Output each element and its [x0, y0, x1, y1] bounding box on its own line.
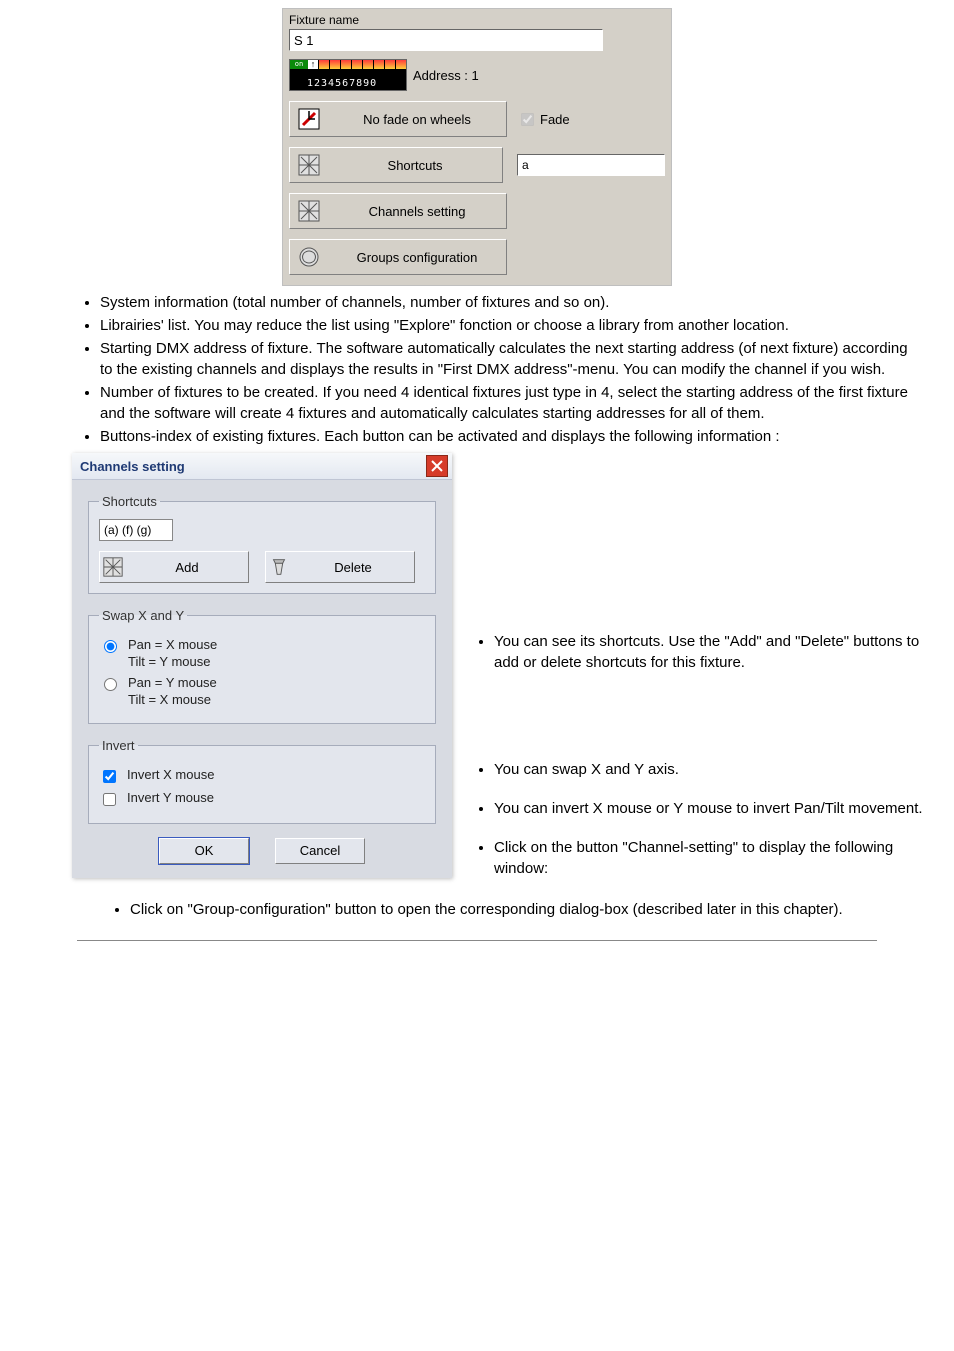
fade-checkbox[interactable]: Fade [521, 112, 570, 127]
shortcuts-legend: Shortcuts [99, 494, 160, 509]
invert-x-checkbox[interactable]: Invert X mouse [99, 767, 425, 786]
shortcut-key-input[interactable] [517, 154, 665, 176]
no-fade-button[interactable]: No fade on wheels [289, 101, 507, 137]
groups-icon [294, 242, 324, 272]
list-item: You can invert X mouse or Y mouse to inv… [494, 798, 924, 819]
list-item: Buttons-index of existing fixtures. Each… [100, 426, 914, 447]
fixture-panel: Fixture name on ↑ 1234567890 Address : 1… [282, 8, 672, 286]
delete-icon [266, 556, 292, 578]
list-item: Number of fixtures to be created. If you… [100, 382, 914, 424]
footer-rule [77, 940, 877, 941]
dip-switch-icon: on ↑ 1234567890 [289, 59, 407, 91]
dialog-title: Channels setting [80, 459, 426, 474]
swap-group: Swap X and Y Pan = X mouse Tilt = Y mous… [88, 608, 436, 724]
shortcuts-icon [294, 150, 324, 180]
dip-address-row: on ↑ 1234567890 Address : 1 [289, 59, 665, 91]
radio-pan-y[interactable]: Pan = Y mouse Tilt = X mouse [99, 675, 425, 709]
delete-button[interactable]: Delete [265, 551, 415, 583]
close-button[interactable] [426, 455, 448, 477]
bottom-text-list: Click on "Group-configuration" button to… [130, 899, 954, 920]
ok-button[interactable]: OK [159, 838, 249, 864]
cancel-button[interactable]: Cancel [275, 838, 365, 864]
shortcuts-button[interactable]: Shortcuts [289, 147, 503, 183]
add-button[interactable]: Add [99, 551, 249, 583]
invert-y-checkbox[interactable]: Invert Y mouse [99, 790, 425, 809]
radio-pan-x[interactable]: Pan = X mouse Tilt = Y mouse [99, 637, 425, 671]
fixture-name-label: Fixture name [289, 13, 663, 27]
list-item: You can see its shortcuts. Use the "Add"… [494, 631, 924, 673]
close-icon [431, 460, 443, 472]
shortcuts-group: Shortcuts Add Del [88, 494, 436, 594]
no-fade-icon [294, 104, 324, 134]
list-item: You can swap X and Y axis. [494, 759, 924, 780]
side-text: You can see its shortcuts. Use the "Add"… [472, 449, 954, 897]
shortcuts-field[interactable] [99, 519, 173, 541]
list-item: System information (total number of chan… [100, 292, 914, 313]
list-item: Click on "Group-configuration" button to… [130, 899, 914, 920]
add-icon [100, 556, 126, 578]
channels-setting-icon [294, 196, 324, 226]
invert-legend: Invert [99, 738, 138, 753]
swap-legend: Swap X and Y [99, 608, 187, 623]
list-item: Click on the button "Channel-setting" to… [494, 837, 924, 879]
groups-configuration-button[interactable]: Groups configuration [289, 239, 507, 275]
channels-setting-button[interactable]: Channels setting [289, 193, 507, 229]
channels-setting-dialog: Channels setting Shortcuts Add [72, 453, 452, 878]
dialog-titlebar: Channels setting [72, 453, 452, 480]
list-item: Starting DMX address of fixture. The sof… [100, 338, 914, 380]
top-text-list: System information (total number of chan… [100, 292, 954, 447]
list-item: Librairies' list. You may reduce the lis… [100, 315, 914, 336]
address-label: Address : 1 [413, 68, 479, 83]
fixture-name-input[interactable] [289, 29, 603, 51]
invert-group: Invert Invert X mouse Invert Y mouse [88, 738, 436, 824]
